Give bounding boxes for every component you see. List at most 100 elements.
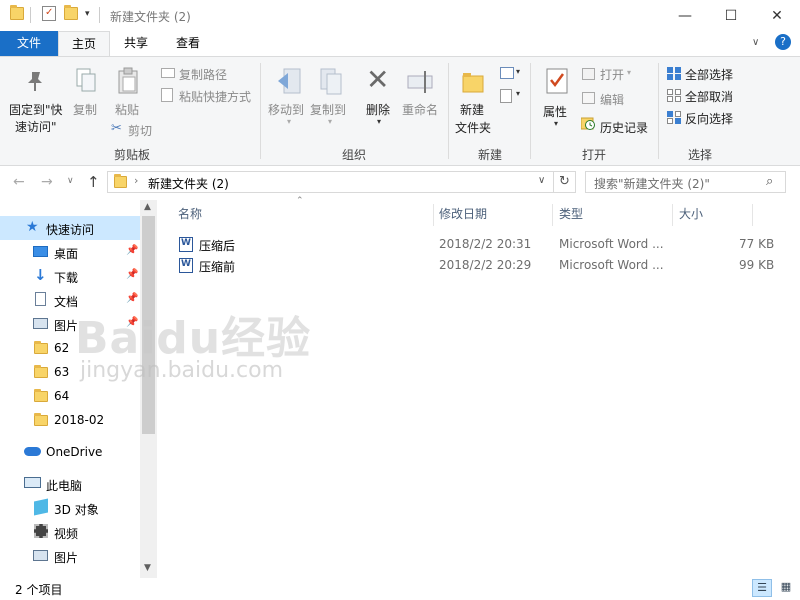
table-row[interactable]: 压缩前 2018/2/2 20:29 Microsoft Word ... 99…: [172, 255, 774, 276]
open-group-label: 打开: [581, 148, 606, 162]
new-item-icon[interactable]: [500, 67, 514, 79]
group-separator: [530, 63, 531, 159]
open-button[interactable]: 打开: [600, 66, 624, 83]
address-dropdown-icon[interactable]: ∨: [538, 175, 545, 186]
chevron-down-icon: ▾: [516, 89, 521, 98]
table-row[interactable]: 压缩后 2018/2/2 20:31 Microsoft Word ... 77…: [172, 234, 774, 255]
nav-label: 2018-02: [54, 413, 105, 427]
nav-item-3d-objects[interactable]: 3D 对象: [0, 496, 140, 520]
copy-button[interactable]: 复制: [73, 101, 97, 118]
new-folder-icon: [462, 71, 484, 93]
clipboard-group-label: 剪贴板: [113, 148, 150, 162]
delete-button[interactable]: 删除: [366, 101, 390, 118]
select-all-button[interactable]: 全部选择: [685, 66, 733, 83]
scroll-up-icon[interactable]: ▲: [144, 202, 151, 212]
column-separator[interactable]: [672, 204, 673, 226]
history-icon: [580, 116, 595, 130]
search-placeholder: 搜索"新建文件夹 (2)": [594, 177, 710, 191]
column-header-modified[interactable]: 修改日期: [439, 200, 487, 228]
close-button[interactable]: ✕: [754, 0, 800, 31]
new-folder-label: 文件夹: [455, 121, 492, 135]
tab-share[interactable]: 共享: [112, 31, 160, 56]
help-icon[interactable]: ?: [775, 34, 791, 50]
move-to-button[interactable]: 移动到: [268, 101, 304, 118]
group-separator: [448, 63, 449, 159]
breadcrumb-chevron-icon[interactable]: ›: [134, 174, 138, 187]
tab-file[interactable]: 文件: [0, 31, 58, 56]
properties-quick-icon[interactable]: ✓: [42, 6, 56, 21]
column-separator[interactable]: [752, 204, 753, 226]
column-header-type[interactable]: 类型: [559, 200, 583, 228]
nav-item-downloads[interactable]: ↓ 下载 📌: [0, 264, 140, 288]
nav-label: 此电脑: [46, 479, 83, 493]
pin-icon[interactable]: 📌: [126, 245, 138, 256]
nav-item-videos[interactable]: 视频: [0, 520, 140, 544]
cloud-icon: [24, 447, 41, 456]
nav-quick-access[interactable]: ★ 快速访问: [0, 216, 140, 240]
column-separator[interactable]: [433, 204, 434, 226]
collapse-ribbon-icon[interactable]: ∨: [752, 37, 759, 48]
download-icon: ↓: [34, 266, 47, 284]
tab-home[interactable]: 主页: [58, 31, 110, 57]
delete-icon: ✕: [366, 63, 390, 96]
sort-ascending-icon: ⌃: [296, 196, 304, 206]
paste-shortcut-button[interactable]: 粘贴快捷方式: [179, 88, 251, 105]
open-icon: [582, 68, 595, 80]
tab-view[interactable]: 查看: [164, 31, 212, 56]
scissors-icon: ✂: [111, 121, 122, 136]
column-header-size[interactable]: 大小: [679, 200, 703, 228]
paste-button[interactable]: 粘贴: [115, 101, 139, 118]
nav-item-pictures[interactable]: 图片: [0, 544, 140, 568]
select-all-icon: [667, 67, 681, 80]
nav-label: 62: [54, 341, 70, 355]
title-bar: ✓ ▾ 新建文件夹 (2) — ☐ ✕: [0, 0, 800, 31]
refresh-icon[interactable]: ↻: [554, 171, 576, 193]
nav-item-folder[interactable]: 64: [0, 384, 140, 408]
properties-button[interactable]: 属性: [543, 103, 567, 120]
edit-button[interactable]: 编辑: [600, 91, 624, 108]
folder-icon: [34, 341, 48, 354]
minimize-button[interactable]: —: [662, 0, 708, 31]
nav-item-folder[interactable]: 2018-02: [0, 408, 140, 432]
scroll-down-icon[interactable]: ▼: [144, 563, 151, 573]
select-none-button[interactable]: 全部取消: [685, 88, 733, 105]
nav-label: 63: [54, 365, 70, 379]
cut-button[interactable]: 剪切: [128, 122, 152, 139]
customize-quick-access-icon[interactable]: ▾: [85, 9, 90, 19]
nav-item-desktop[interactable]: 桌面 📌: [0, 240, 140, 264]
file-modified: 2018/2/2 20:29: [439, 258, 532, 272]
search-input[interactable]: 搜索"新建文件夹 (2)" ⌕: [585, 171, 786, 193]
forward-icon[interactable]: →: [41, 174, 53, 190]
file-name: 压缩前: [199, 260, 236, 274]
new-folder-button[interactable]: 新建: [460, 101, 484, 118]
copy-path-button[interactable]: 复制路径: [179, 66, 227, 83]
rename-button[interactable]: 重命名: [402, 101, 438, 118]
nav-onedrive[interactable]: OneDrive: [0, 440, 140, 464]
pin-icon[interactable]: 📌: [126, 269, 138, 280]
breadcrumb[interactable]: 新建文件夹 (2): [148, 175, 229, 192]
pin-to-quick-access-button[interactable]: 固定到"快: [9, 101, 63, 118]
recent-locations-icon[interactable]: ∨: [67, 176, 74, 186]
title-separator: [99, 7, 100, 23]
easy-access-icon[interactable]: [500, 89, 512, 103]
chevron-down-icon: ▾: [627, 68, 632, 77]
copy-to-icon: [318, 67, 344, 97]
file-type: Microsoft Word ...: [559, 237, 664, 251]
nav-this-pc[interactable]: 此电脑: [0, 472, 140, 496]
up-icon[interactable]: ↑: [87, 173, 100, 191]
history-button[interactable]: 历史记录: [600, 119, 648, 136]
paste-icon: [116, 67, 140, 95]
new-folder-quick-icon[interactable]: [64, 5, 78, 20]
copy-to-button[interactable]: 复制到: [310, 101, 346, 118]
details-view-icon[interactable]: ☰: [752, 579, 772, 597]
search-icon[interactable]: ⌕: [766, 174, 773, 189]
column-separator[interactable]: [552, 204, 553, 226]
column-header-name[interactable]: 名称: [178, 200, 202, 228]
edit-icon: [582, 92, 595, 104]
invert-selection-button[interactable]: 反向选择: [685, 110, 733, 127]
maximize-button[interactable]: ☐: [708, 0, 754, 31]
address-bar[interactable]: › 新建文件夹 (2) ∨: [107, 171, 554, 193]
large-icons-view-icon[interactable]: ▦: [776, 579, 796, 597]
back-icon[interactable]: ←: [13, 174, 25, 190]
folder-icon: [34, 413, 48, 426]
